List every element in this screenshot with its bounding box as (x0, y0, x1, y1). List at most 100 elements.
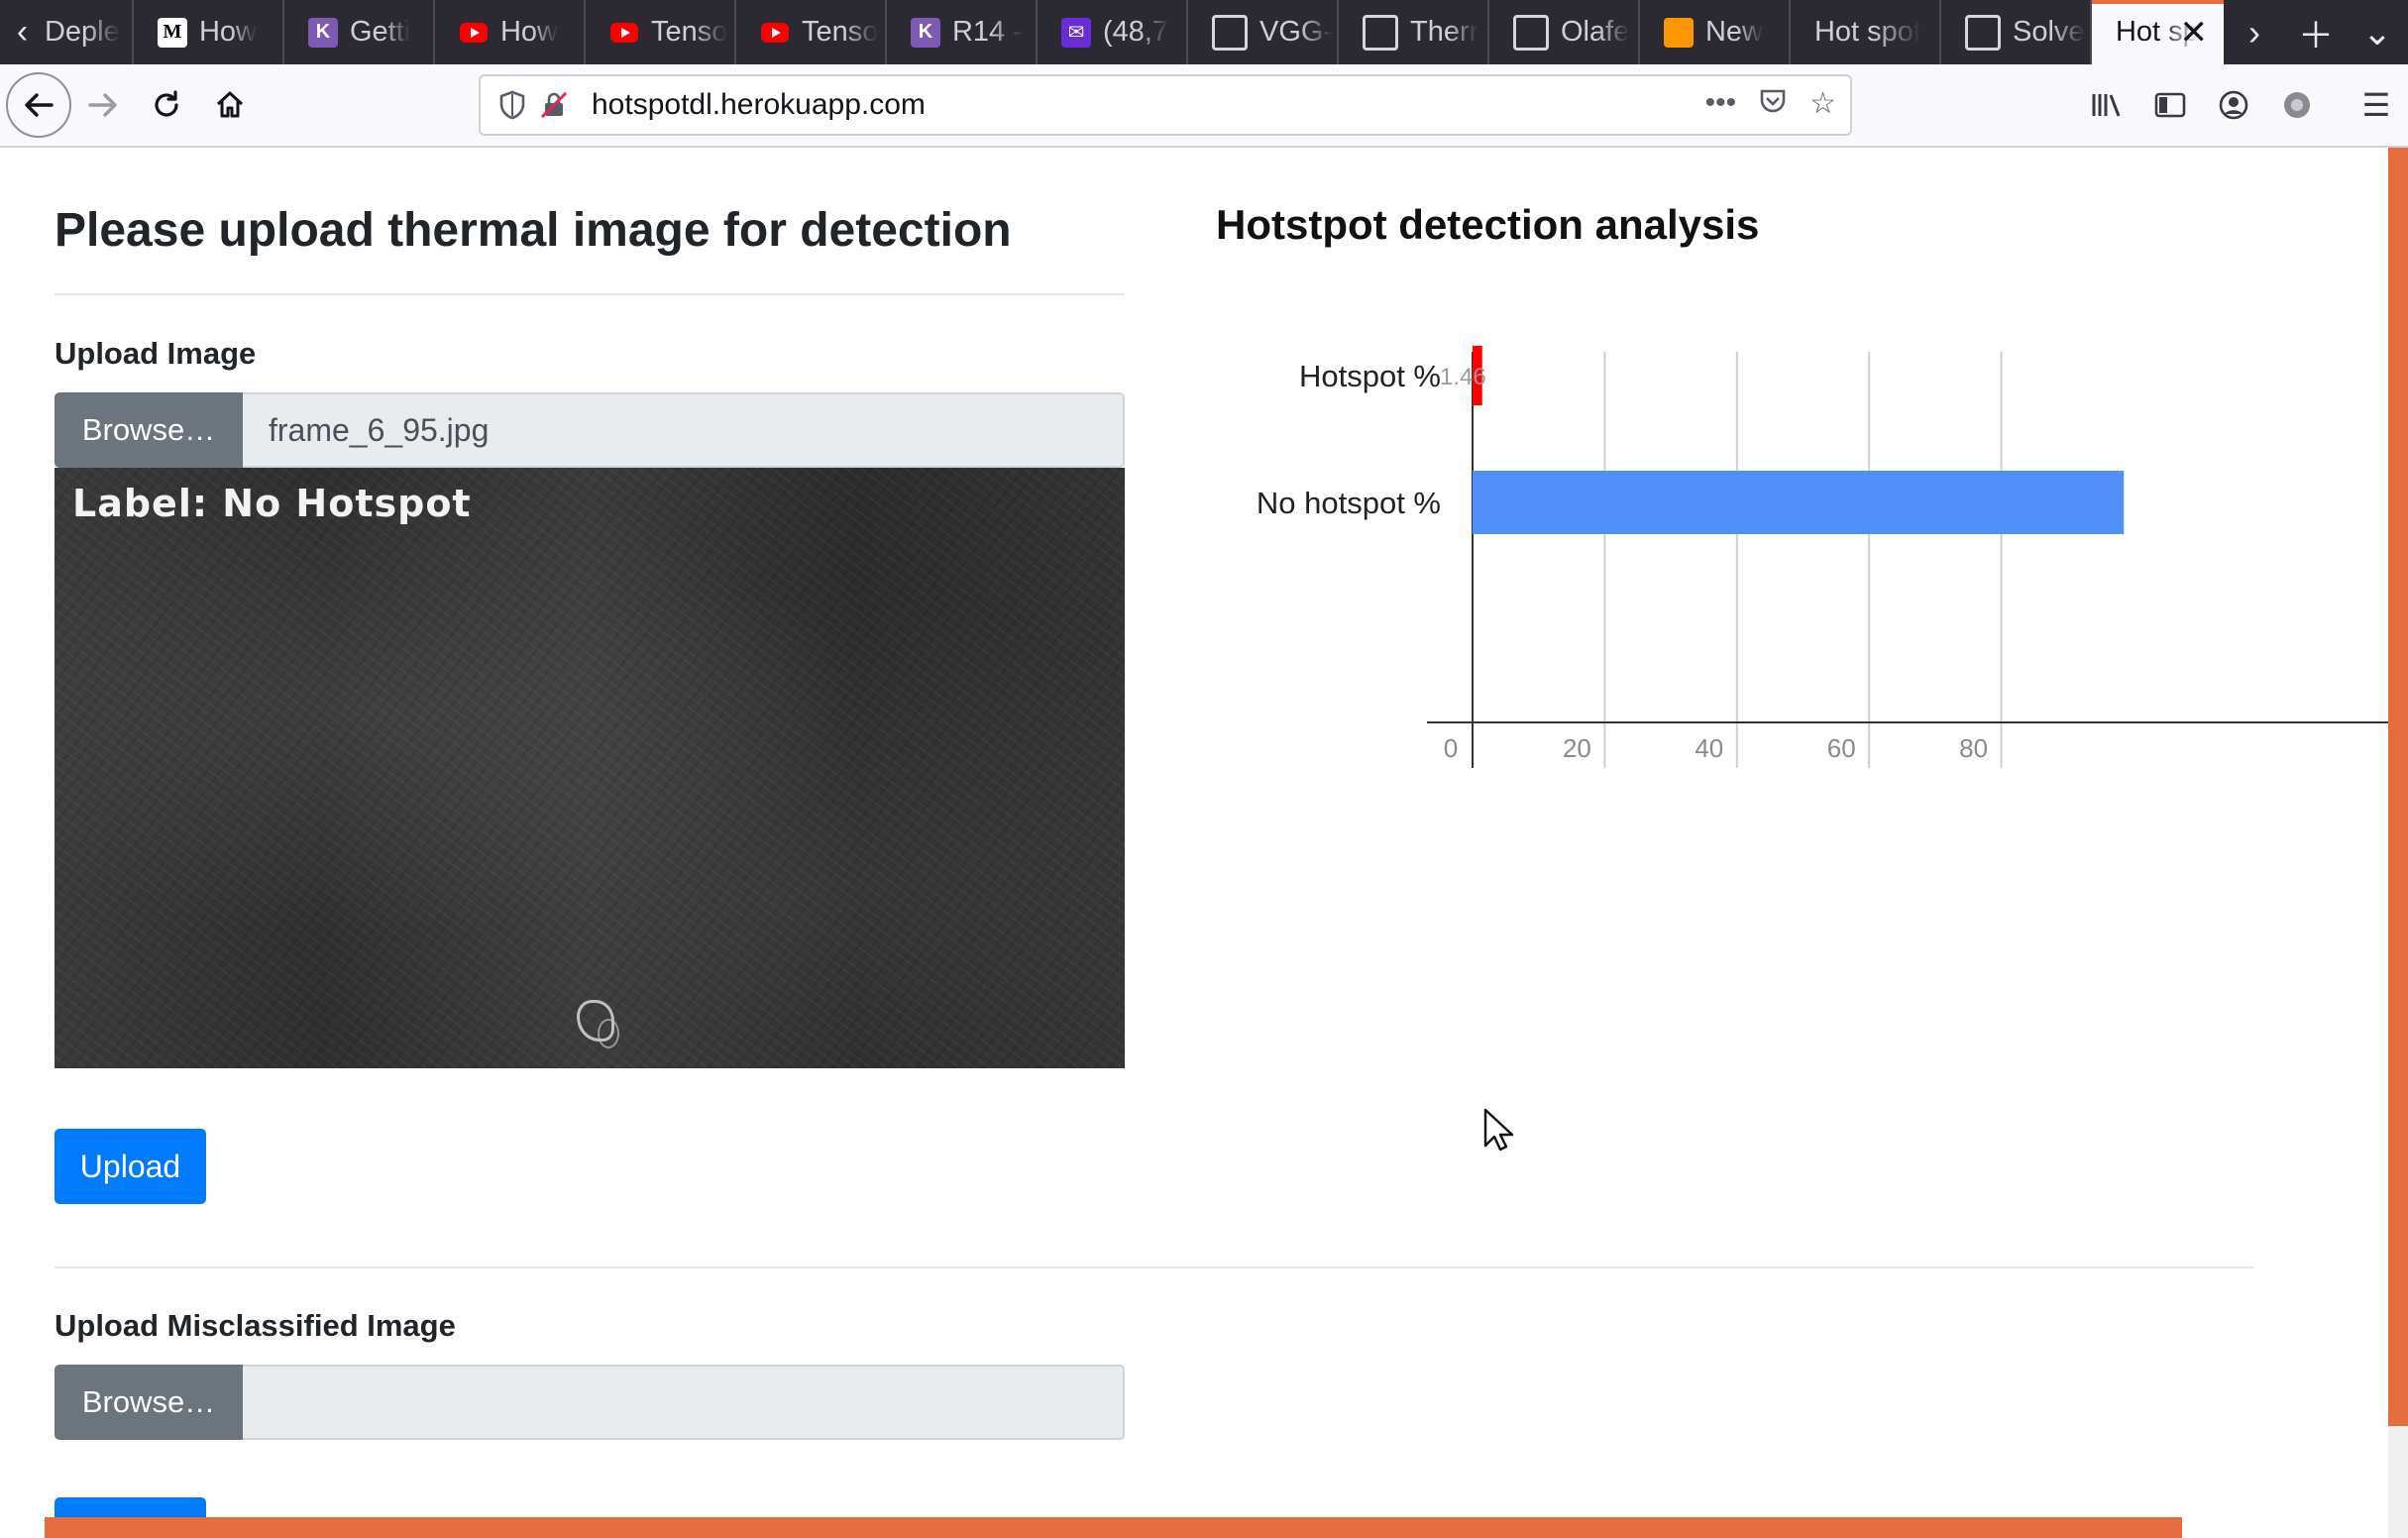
new-tab-button[interactable]: ＋ (2285, 0, 2347, 64)
url-bar-actions: ••• ☆ (1705, 86, 1836, 124)
upload-image-label: Upload Image (55, 336, 257, 371)
image-overlay-label: Label: No Hotspot (72, 482, 472, 525)
github-icon (1362, 14, 1398, 51)
reload-button[interactable] (135, 73, 198, 137)
chart-category-label: Hotspot % (1299, 359, 1441, 393)
youtube-icon (609, 18, 639, 48)
horizontal-scrollbar[interactable] (45, 1517, 2182, 1538)
insecure-lock-icon[interactable] (534, 85, 574, 125)
tab-label: (48,7 (1102, 16, 1169, 48)
tab-list: Deple M How K Getti How Tenso Tenso K R14 - ✉ (48,7… (45, 0, 2092, 64)
k-icon: K (307, 17, 338, 48)
forward-button[interactable] (71, 73, 135, 137)
tab-label: Therr (1409, 16, 1479, 48)
browser-tab-bar: ‹ Deple M How K Getti How Tenso Tenso K R14 - ✉ (48… (0, 0, 2408, 64)
thermal-blob (598, 1019, 619, 1048)
chart-bar (1473, 471, 2125, 534)
chart-data-label: 1.46 (1440, 364, 1486, 390)
bookmark-star-icon[interactable]: ☆ (1809, 86, 1836, 124)
chart-tick-label: 80 (1959, 733, 1988, 763)
k-icon: K (910, 17, 940, 48)
misclassified-image-label: Upload Misclassified Image (55, 1308, 456, 1343)
page-actions-icon[interactable]: ••• (1705, 86, 1737, 124)
home-icon (216, 91, 244, 118)
vertical-scrollbar-track[interactable] (2388, 1426, 2408, 1538)
tab-label: Solve (2012, 16, 2085, 48)
mouse-cursor-icon (1483, 1108, 1513, 1152)
tab-item[interactable]: Tenso (586, 0, 736, 64)
tab-label: Tenso (650, 16, 728, 48)
tab-item[interactable]: ✉ (48,7 (1038, 0, 1188, 64)
tab-item[interactable]: Olafe (1489, 0, 1640, 64)
tab-label: How (499, 16, 558, 48)
chart-tick-label: 20 (1563, 733, 1591, 763)
tab-label: Deple (44, 16, 120, 48)
home-button[interactable] (198, 73, 262, 137)
chart-title: Hotstpot detection analysis (1216, 201, 1760, 248)
menu-icon[interactable]: ☰ (2345, 73, 2408, 137)
github-icon (1512, 14, 1549, 51)
tab-label: Tenso (801, 16, 879, 48)
tab-label: Olafe (1560, 16, 1630, 48)
tab-item[interactable]: Deple (45, 0, 134, 64)
page-content: Please upload thermal image for detectio… (0, 148, 2388, 1538)
forward-arrow-icon (88, 93, 117, 117)
file-name-field[interactable]: frame_6_95.jpg (243, 392, 1125, 468)
thermal-image-preview: Label: No Hotspot (55, 468, 1125, 1068)
tab-item[interactable]: Tenso (736, 0, 887, 64)
library-icon[interactable] (2075, 73, 2138, 137)
shield-icon[interactable] (493, 85, 532, 125)
chart-tick-label: 0 (1444, 733, 1458, 763)
github-icon (1211, 14, 1248, 51)
pocket-icon[interactable] (1758, 86, 1788, 124)
tab-item[interactable]: How (435, 0, 586, 64)
tab-label: Getti (349, 16, 411, 48)
tab-scroll-left-button[interactable]: ‹ (0, 0, 45, 64)
chart-tick-label: 40 (1695, 733, 1723, 763)
tab-item[interactable]: Therr (1339, 0, 1489, 64)
vertical-scrollbar[interactable] (2388, 148, 2408, 1426)
list-all-tabs-icon[interactable]: ⌄ (2347, 0, 2408, 64)
misclassified-file-input-group[interactable]: Browse… (55, 1365, 1125, 1440)
file-input-group[interactable]: Browse… frame_6_95.jpg (55, 392, 1125, 468)
github-icon (1964, 14, 2001, 51)
tab-item[interactable]: VGG- (1188, 0, 1339, 64)
upload-button[interactable]: Upload (55, 1129, 206, 1204)
account-icon[interactable] (2202, 73, 2265, 137)
browse-button-misclassified[interactable]: Browse… (55, 1365, 243, 1440)
divider (55, 1266, 2254, 1268)
sidebar-icon[interactable] (2138, 73, 2202, 137)
url-bar[interactable]: hotspotdl.herokuapp.com ••• ☆ (479, 74, 1852, 136)
youtube-icon (760, 18, 790, 48)
tab-item[interactable]: Solve (1941, 0, 2092, 64)
chart-category-label: No hotspot % (1257, 486, 1441, 520)
tab-label: VGG- (1259, 16, 1334, 48)
bar-chart: Hotspot % 1.46 No hotspot % 0 20 40 60 80 (1257, 346, 2388, 768)
tab-item[interactable]: M How (134, 0, 284, 64)
tab-active[interactable]: Hot sp ✕ (2091, 0, 2224, 64)
tab-item[interactable]: New (1640, 0, 1791, 64)
chart-tick-label: 60 (1827, 733, 1856, 763)
tab-label: Hot spot (1813, 16, 1921, 48)
url-text[interactable]: hotspotdl.herokuapp.com (592, 88, 926, 122)
reload-icon (155, 90, 178, 117)
back-arrow-icon (25, 93, 54, 117)
browse-button[interactable]: Browse… (55, 392, 243, 468)
misclassified-file-name-field[interactable] (243, 1365, 1125, 1440)
browser-nav-bar: hotspotdl.herokuapp.com ••• ☆ ☰ (0, 64, 2408, 148)
tab-scroll-right-button[interactable]: › (2224, 0, 2285, 64)
tab-label: How (198, 16, 257, 48)
page-title: Please upload thermal image for detectio… (55, 204, 1012, 257)
extension-icon[interactable] (2265, 73, 2329, 137)
firefox-icon (1663, 17, 1694, 48)
divider (55, 293, 1125, 295)
back-button[interactable] (6, 72, 71, 138)
tab-label: R14 - (951, 16, 1023, 48)
tab-close-icon[interactable]: ✕ (2180, 13, 2209, 53)
youtube-icon (459, 18, 489, 48)
tab-item[interactable]: Hot spot (1791, 0, 1941, 64)
tabbar-controls: › ＋ ⌄ (2224, 0, 2408, 64)
toolbar-right: ☰ (2075, 64, 2408, 146)
tab-item[interactable]: K Getti (284, 0, 435, 64)
tab-item[interactable]: K R14 - (887, 0, 1038, 64)
